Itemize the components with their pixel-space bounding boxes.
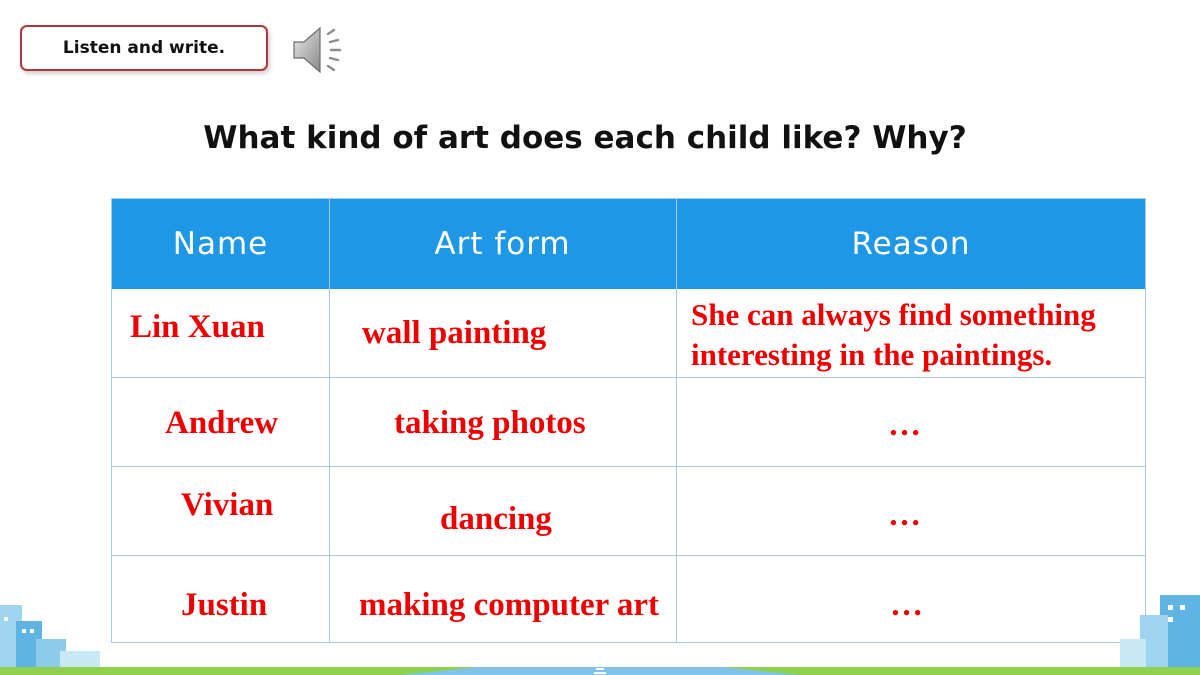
- art-form-cell: dancing: [440, 501, 552, 537]
- reason-line: interesting in the paintings.: [691, 337, 1053, 373]
- header-reason: Reason: [851, 226, 971, 262]
- reason-cell: …: [888, 497, 921, 533]
- art-form-cell: wall painting: [362, 315, 547, 351]
- name-cell: Vivian: [181, 487, 274, 523]
- left-skyline: [0, 605, 100, 675]
- name-cell: Andrew: [165, 405, 279, 441]
- reason-cell: She can always find something interestin…: [691, 295, 1096, 376]
- instruction-text: Listen and write.: [62, 38, 226, 58]
- header-art-form: Art form: [434, 226, 571, 262]
- reason-cell: …: [888, 407, 921, 443]
- reason-line: She can always find something: [691, 297, 1096, 332]
- row-divider: [112, 377, 1145, 378]
- city-road-decoration: [0, 595, 1200, 675]
- name-cell: Lin Xuan: [130, 309, 265, 345]
- row-divider: [112, 466, 1145, 467]
- header-name: Name: [172, 226, 269, 262]
- speaker-icon[interactable]: [290, 22, 352, 78]
- instruction-box: Listen and write.: [20, 25, 268, 71]
- question-heading: What kind of art does each child like? W…: [203, 120, 967, 156]
- art-form-cell: taking photos: [394, 405, 586, 441]
- right-skyline: [1120, 595, 1200, 675]
